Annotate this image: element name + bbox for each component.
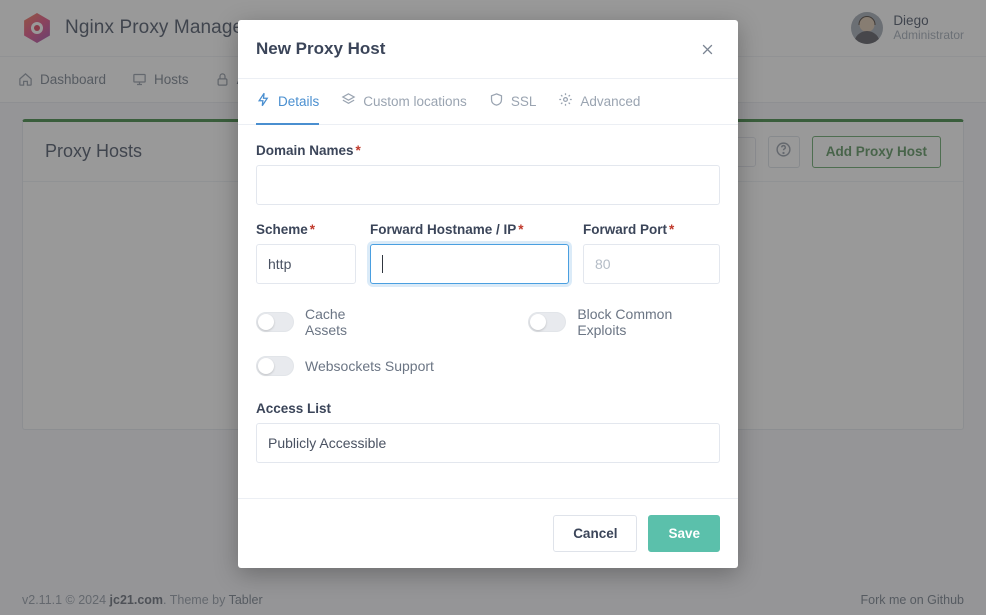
- new-proxy-host-dialog: New Proxy Host Details Custom locations …: [238, 20, 738, 568]
- block-common-exploits-toggle[interactable]: Block Common Exploits: [528, 306, 720, 338]
- tab-ssl[interactable]: SSL: [489, 79, 537, 125]
- toggle-row-2: Websockets Support: [256, 356, 720, 376]
- forward-port-input[interactable]: [583, 244, 720, 284]
- access-list-label: Access List: [256, 401, 332, 416]
- options-toggles: Cache Assets Block Common Exploits Webso…: [256, 306, 720, 376]
- toggle-label: Block Common Exploits: [577, 306, 673, 338]
- tab-advanced[interactable]: Advanced: [558, 79, 640, 125]
- dialog-header: New Proxy Host: [238, 20, 738, 79]
- gear-icon: [558, 92, 573, 110]
- toggle-switch-icon[interactable]: [528, 312, 567, 332]
- domain-names-input[interactable]: [256, 165, 720, 205]
- cancel-button[interactable]: Cancel: [553, 515, 638, 552]
- text-caret: [382, 255, 383, 273]
- tab-details[interactable]: Details: [256, 79, 320, 125]
- shield-icon: [489, 92, 504, 110]
- forward-port-group: Forward Port *: [583, 222, 720, 284]
- required-mark: *: [309, 222, 316, 237]
- tab-label: SSL: [510, 93, 537, 109]
- tab-label: Advanced: [580, 93, 641, 109]
- save-button[interactable]: Save: [648, 515, 720, 552]
- access-list-value: Publicly Accessible: [268, 435, 387, 451]
- required-mark: *: [355, 143, 361, 158]
- close-icon[interactable]: [694, 36, 720, 62]
- scheme-select[interactable]: http: [256, 244, 356, 284]
- required-mark: *: [669, 222, 675, 237]
- tab-label: Custom locations: [363, 93, 467, 109]
- dialog-body: Domain Names * Scheme * http Forward Hostn…: [238, 125, 738, 498]
- layers-icon: [341, 92, 356, 110]
- forward-host-wrap: [370, 244, 569, 284]
- bolt-icon: [256, 92, 271, 110]
- dialog-footer: Cancel Save: [238, 498, 738, 568]
- forward-host-group: Forward Hostname / IP *: [370, 222, 569, 284]
- scheme-group: Scheme * http: [256, 222, 356, 284]
- dialog-title: New Proxy Host: [256, 39, 386, 58]
- scheme-label: Scheme *: [256, 222, 356, 237]
- forwarding-row: Scheme * http Forward Hostname / IP * Forw…: [256, 222, 720, 284]
- cache-assets-toggle[interactable]: Cache Assets: [256, 306, 387, 338]
- toggle-label: Cache Assets: [305, 306, 348, 338]
- forward-host-label-text: Forward Hostname / IP: [370, 222, 517, 237]
- toggle-label: Websockets Support: [305, 358, 434, 374]
- domain-names-label: Domain Names *: [256, 143, 720, 158]
- forward-port-label: Forward Port *: [583, 222, 720, 237]
- access-list-select[interactable]: Publicly Accessible: [256, 423, 720, 463]
- tab-custom-locations[interactable]: Custom locations: [341, 79, 467, 125]
- forward-port-label-text: Forward Port: [583, 222, 668, 237]
- access-list-group: Access List Publicly Accessible: [256, 401, 720, 463]
- scheme-label-text: Scheme: [256, 222, 308, 237]
- domain-names-label-text: Domain Names: [256, 143, 354, 158]
- tab-label: Details: [278, 93, 320, 109]
- dialog-tabs: Details Custom locations SSL Advanced: [238, 79, 738, 125]
- scheme-value: http: [268, 256, 292, 272]
- toggle-switch-icon[interactable]: [256, 312, 294, 332]
- toggle-switch-icon[interactable]: [256, 356, 294, 376]
- forward-hostname-input[interactable]: [370, 244, 569, 284]
- forward-host-label: Forward Hostname / IP *: [370, 222, 569, 237]
- toggle-row-1: Cache Assets Block Common Exploits: [256, 306, 720, 338]
- websockets-support-toggle[interactable]: Websockets Support: [256, 356, 434, 376]
- required-mark: *: [518, 222, 524, 237]
